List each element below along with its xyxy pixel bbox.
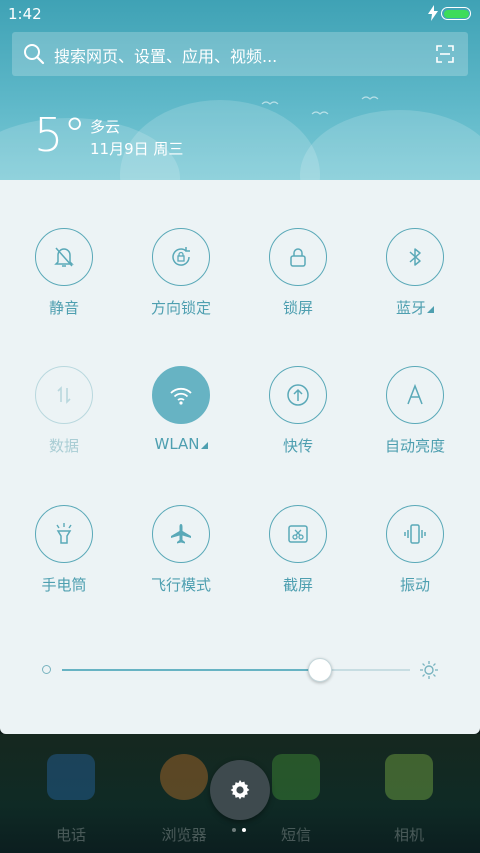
page-dot-active [242,828,246,832]
brightness-thumb[interactable] [307,658,332,682]
tile-rotation-lock[interactable]: 方向锁定 [126,228,236,328]
tile-quick-share[interactable]: 快传 [243,366,353,466]
tile-label: 数据 [48,437,79,455]
brightness-low-icon [42,665,51,674]
weather-temperature: 5° [34,108,87,162]
weather-date: 11月9日 周三 [90,140,184,158]
rotation-lock-icon [152,228,210,286]
tile-airplane-mode[interactable]: 飞行模式 [126,505,236,605]
phone-icon [47,754,95,800]
tile-label: 静音 [48,299,79,317]
screenshot-icon [269,505,327,563]
cloud-shape [300,110,480,180]
dock-label: 电话 [55,826,86,844]
dock-app-phone[interactable]: 电话 [31,754,111,845]
wifi-icon [152,366,210,424]
bell-off-icon [35,228,93,286]
tile-screenshot[interactable]: 截屏 [243,505,353,605]
tile-mobile-data[interactable]: 数据 [9,366,119,466]
tile-label: 手电筒 [41,576,87,594]
brightness-high-icon [420,661,438,679]
battery-icon [441,7,471,20]
tile-auto-brightness[interactable]: 自动亮度 [360,366,470,466]
settings-button[interactable] [210,760,270,820]
weather-header: 1:42 搜索网页、设置、应用、视频... 5° 多云 11月9日 周三 [0,0,480,180]
lock-icon [269,228,327,286]
upload-icon [269,366,327,424]
dock-label: 相机 [393,826,424,844]
tile-label: 振动 [399,576,430,594]
dock-app-camera[interactable]: 相机 [369,754,449,845]
search-bar[interactable]: 搜索网页、设置、应用、视频... [12,32,468,76]
search-input[interactable]: 搜索网页、设置、应用、视频... [54,43,277,67]
expand-corner-icon [200,442,208,449]
status-time: 1:42 [8,5,42,23]
flashlight-icon [35,505,93,563]
tile-label: 锁屏 [282,299,313,317]
brightness-track[interactable] [62,669,410,671]
auto-brightness-icon [386,366,444,424]
charging-bolt-icon [428,5,438,21]
dock-label: 短信 [280,826,311,844]
tile-label-text: WLAN [154,435,200,453]
tile-mute[interactable]: 静音 [9,228,119,328]
tile-label: 飞行模式 [150,576,211,594]
tile-label: 蓝牙 [360,297,470,318]
tile-label: 方向锁定 [150,299,211,317]
tile-flashlight[interactable]: 手电筒 [9,505,119,605]
brightness-slider[interactable] [0,650,480,690]
battery-level [443,9,469,18]
brightness-track-fill [62,669,320,671]
dock-label: 浏览器 [161,826,207,844]
gear-icon [230,780,250,800]
airplane-icon [152,505,210,563]
quick-settings-panel: 静音 方向锁定 锁屏 蓝牙 数据 WLAN 快传 自动亮度 手电筒 飞行模式 截… [0,180,480,734]
tile-label-text: 蓝牙 [395,299,426,317]
tile-wlan[interactable]: WLAN [126,366,236,466]
tile-vibrate[interactable]: 振动 [360,505,470,605]
bluetooth-icon [386,228,444,286]
page-dot [232,828,236,832]
tile-label: 快传 [282,437,313,455]
status-bar: 1:42 [0,0,480,28]
scan-icon[interactable] [436,45,454,63]
search-icon [24,44,45,65]
browser-icon [160,754,208,800]
expand-corner-icon [427,306,434,313]
vibrate-icon [386,505,444,563]
tile-label: 自动亮度 [384,437,445,455]
tile-lock-screen[interactable]: 锁屏 [243,228,353,328]
tile-label: 截屏 [282,576,313,594]
camera-icon [385,754,433,800]
tile-bluetooth[interactable]: 蓝牙 [360,228,470,328]
weather-condition: 多云 [90,118,121,136]
messages-icon [272,754,320,800]
tile-label: WLAN [126,435,236,453]
data-arrows-icon [35,366,93,424]
